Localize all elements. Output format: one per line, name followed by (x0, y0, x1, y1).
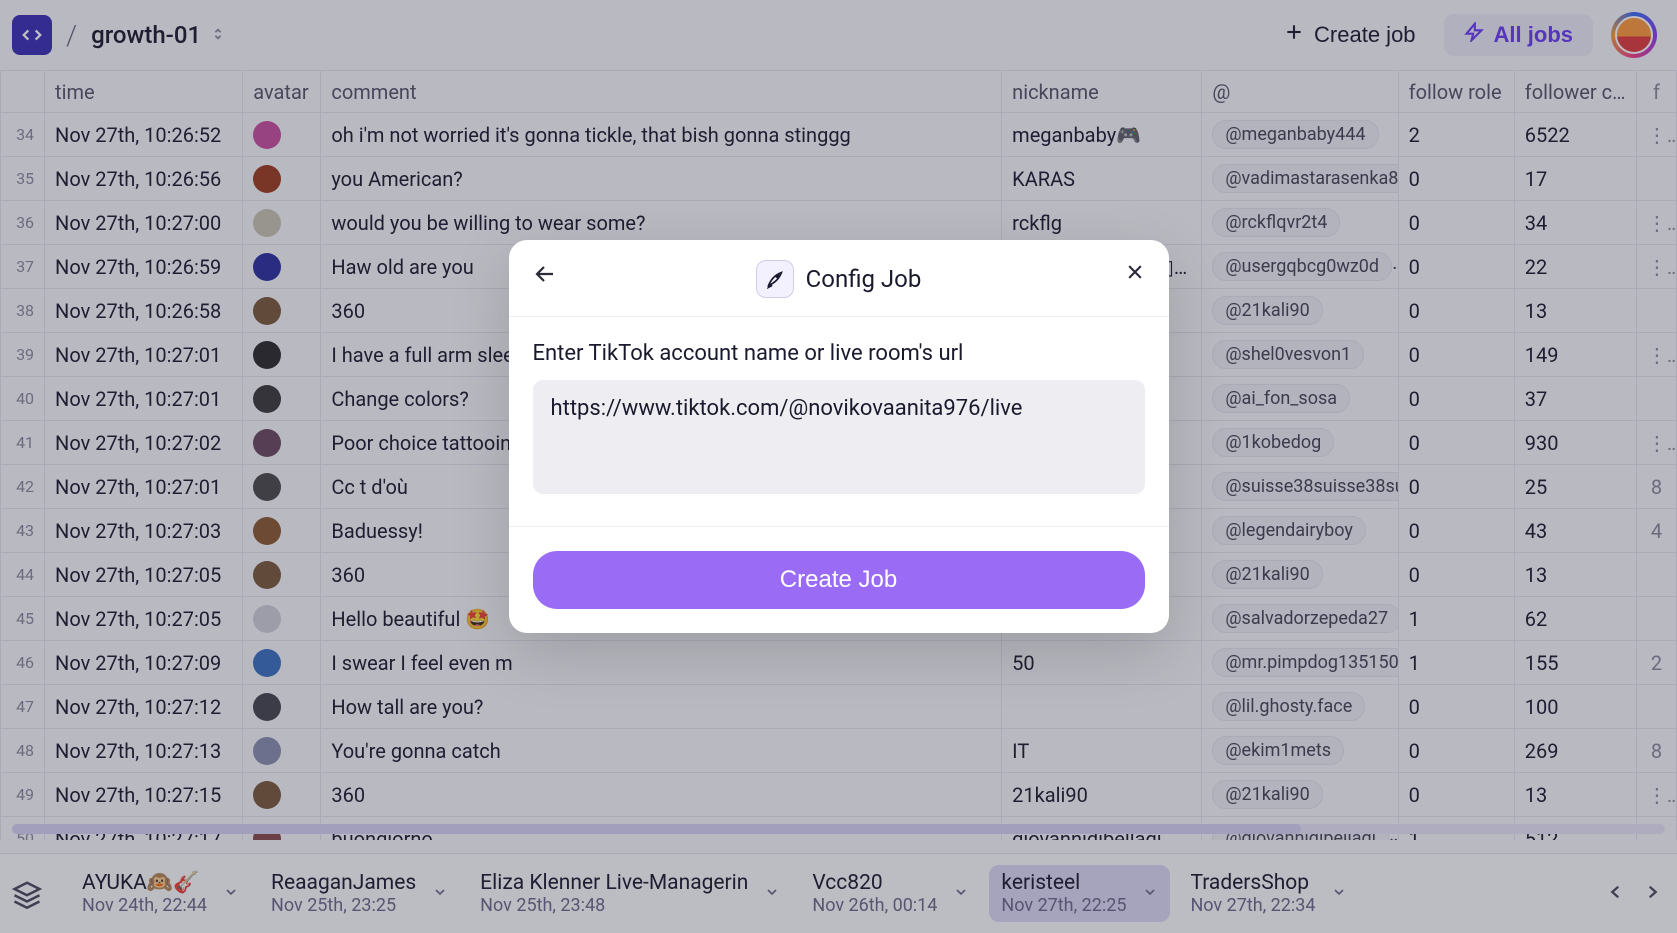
create-job-submit-button[interactable]: Create Job (533, 551, 1145, 609)
url-field-label: Enter TikTok account name or live room's… (533, 341, 1145, 366)
modal-header: Config Job (509, 240, 1169, 317)
modal-title-wrap: Config Job (756, 260, 922, 298)
rocket-icon (756, 260, 794, 298)
modal-body: Enter TikTok account name or live room's… (509, 317, 1169, 526)
modal-close-button[interactable] (1125, 262, 1145, 285)
config-job-modal: Config Job Enter TikTok account name or … (509, 240, 1169, 633)
modal-overlay[interactable]: Config Job Enter TikTok account name or … (0, 0, 1677, 933)
modal-title: Config Job (806, 265, 922, 293)
modal-footer: Create Job (509, 526, 1169, 633)
url-input[interactable] (533, 380, 1145, 494)
modal-back-button[interactable] (533, 262, 557, 289)
